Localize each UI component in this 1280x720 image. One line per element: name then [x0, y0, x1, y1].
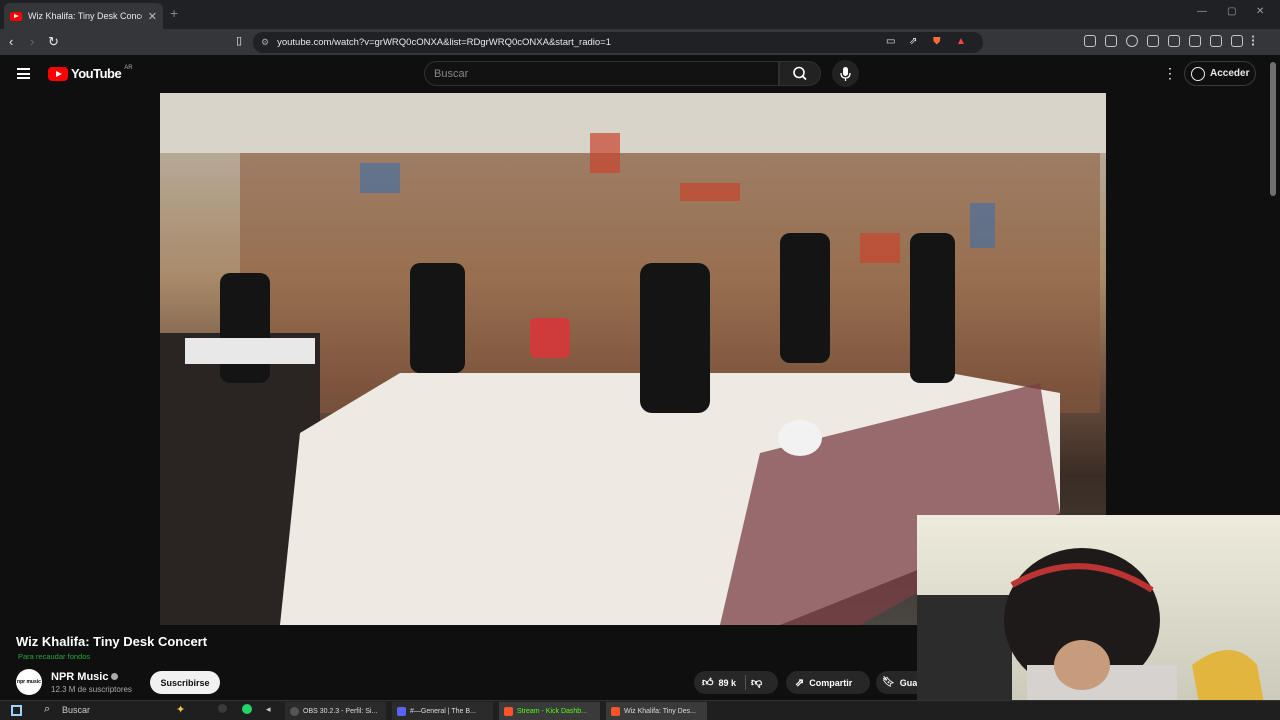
channel-avatar[interactable]: npr music: [16, 669, 42, 695]
share-page-icon[interactable]: ⇗: [909, 34, 917, 49]
taskbar-item-youtube[interactable]: Wiz Khalifa: Tiny Des...: [606, 702, 707, 720]
voice-search-button[interactable]: [832, 60, 859, 87]
new-tab-button[interactable]: +: [170, 5, 178, 21]
taskbar-item-label: Stream - Kick Dashb...: [517, 707, 588, 715]
obs-icon: [290, 706, 299, 716]
whatsapp-icon[interactable]: [242, 704, 252, 714]
bookmark-icon[interactable]: ▯: [236, 34, 242, 49]
divider: [745, 675, 747, 690]
taskbar-search[interactable]: Buscar: [62, 705, 90, 715]
video-title: Wiz Khalifa: Tiny Desk Concert: [16, 634, 208, 649]
account-icon: [1191, 66, 1205, 81]
address-bar[interactable]: ⚙ youtube.com/watch?v=grWRQ0cONXA&list=R…: [253, 32, 983, 53]
audio-app-icon[interactable]: ◂: [266, 704, 271, 715]
youtube-favicon-icon: [10, 11, 22, 21]
like-icon[interactable]: 👍︎: [702, 676, 714, 689]
screenshot-icon[interactable]: [1189, 35, 1201, 47]
minimize-icon[interactable]: —: [1197, 6, 1207, 17]
menu-icon[interactable]: [17, 68, 30, 79]
save-button[interactable]: 🔖︎ Gua: [876, 671, 917, 694]
taskbar-item-label: OBS 30.2.3 - Perfil: Si...: [303, 707, 378, 715]
taskbar-item-obs[interactable]: OBS 30.2.3 - Perfil: Si...: [285, 702, 386, 720]
back-icon[interactable]: ‹: [9, 34, 13, 49]
dislike-icon[interactable]: 👎︎: [751, 676, 762, 689]
taskbar: ⌕ Buscar ✦ ◂ OBS 30.2.3 - Perfil: Si... …: [0, 700, 1280, 720]
media-icon[interactable]: [1147, 35, 1159, 47]
forward-icon[interactable]: ›: [30, 34, 34, 49]
navigation-bar: ‹ › ↻ ▯ ⚙ youtube.com/watch?v=grWRQ0cONX…: [0, 29, 1280, 55]
share-button[interactable]: ⇗ Compartir: [786, 671, 870, 694]
logo-text: YouTube: [71, 66, 122, 81]
browser-menu-icon[interactable]: [1252, 35, 1256, 47]
vpn-icon[interactable]: [1231, 35, 1243, 47]
microphone-icon: [840, 67, 851, 81]
close-tab-icon[interactable]: ✕: [148, 10, 157, 23]
start-icon[interactable]: [11, 705, 22, 716]
tab-active[interactable]: Wiz Khalifa: Tiny Desk Concert ✕: [4, 3, 163, 29]
country-code: AR: [124, 64, 133, 71]
subscriber-count: 12.3 M de suscriptores: [51, 685, 132, 694]
taskbar-item-label: #—General | The B...: [410, 707, 476, 715]
downloads-icon[interactable]: [1126, 35, 1138, 47]
brave-icon: [504, 706, 513, 716]
page-scrollbar[interactable]: [1270, 62, 1276, 196]
search-input[interactable]: Buscar: [424, 61, 779, 86]
subscribe-button[interactable]: Suscribirse: [150, 671, 220, 694]
like-dislike-group: 👍︎ 89 k 👎︎: [694, 671, 778, 694]
search-icon: [793, 66, 807, 81]
brave-shield-icon[interactable]: ⛊: [933, 34, 941, 49]
rewards-icon[interactable]: ▲: [956, 34, 966, 49]
youtube-logo-icon: [48, 66, 68, 81]
share-icon: ⇗: [795, 677, 805, 689]
leo-ai-icon[interactable]: [1210, 35, 1222, 47]
discord-icon: [397, 706, 406, 716]
taskbar-item-label: Wiz Khalifa: Tiny Des...: [624, 707, 696, 715]
wallet-icon[interactable]: [1105, 35, 1117, 47]
app-icon[interactable]: [218, 704, 227, 713]
settings-more-icon[interactable]: ⋮: [1163, 66, 1177, 80]
taskbar-search-icon[interactable]: ⌕: [44, 703, 50, 716]
reload-icon[interactable]: ↻: [48, 34, 59, 49]
webcam-feed: [917, 548, 1267, 720]
save-icon: 🔖︎: [882, 677, 895, 688]
share-label: Compartir: [809, 677, 853, 688]
sign-in-button[interactable]: Acceder: [1184, 61, 1256, 86]
extensions-toolbar: [1084, 35, 1256, 47]
close-window-icon[interactable]: ✕: [1256, 6, 1264, 17]
search-button[interactable]: [779, 61, 821, 86]
sign-in-label: Acceder: [1210, 68, 1250, 79]
verified-icon: [111, 673, 119, 680]
url-text: youtube.com/watch?v=grWRQ0cONXA&list=RDg…: [277, 37, 612, 48]
channel-name-text: NPR Music: [51, 671, 109, 683]
brave-icon: [611, 706, 620, 716]
like-count[interactable]: 89 k: [719, 678, 737, 688]
extensions-icon[interactable]: [1084, 35, 1096, 47]
webcam-overlay: [917, 515, 1280, 720]
tab-title: Wiz Khalifa: Tiny Desk Concert: [28, 11, 142, 21]
sidebar-icon[interactable]: [1168, 35, 1180, 47]
copilot-icon[interactable]: ✦: [176, 703, 185, 716]
youtube-header: YouTube AR Buscar ⋮ Acceder: [0, 55, 1280, 93]
channel-name[interactable]: NPR Music: [51, 671, 119, 683]
save-label: Gua: [899, 677, 917, 688]
fundraiser-badge[interactable]: Para recaudar fondos: [18, 652, 90, 661]
taskbar-item-discord[interactable]: #—General | The B...: [392, 702, 493, 720]
youtube-logo[interactable]: YouTube AR: [48, 64, 133, 81]
site-info-icon[interactable]: ⚙: [261, 37, 269, 48]
cast-icon[interactable]: ▭: [886, 34, 895, 49]
tab-strip: Wiz Khalifa: Tiny Desk Concert ✕ + — ▢ ✕: [0, 0, 1280, 29]
taskbar-item-kick[interactable]: Stream - Kick Dashb...: [499, 702, 600, 720]
maximize-icon[interactable]: ▢: [1227, 6, 1236, 17]
